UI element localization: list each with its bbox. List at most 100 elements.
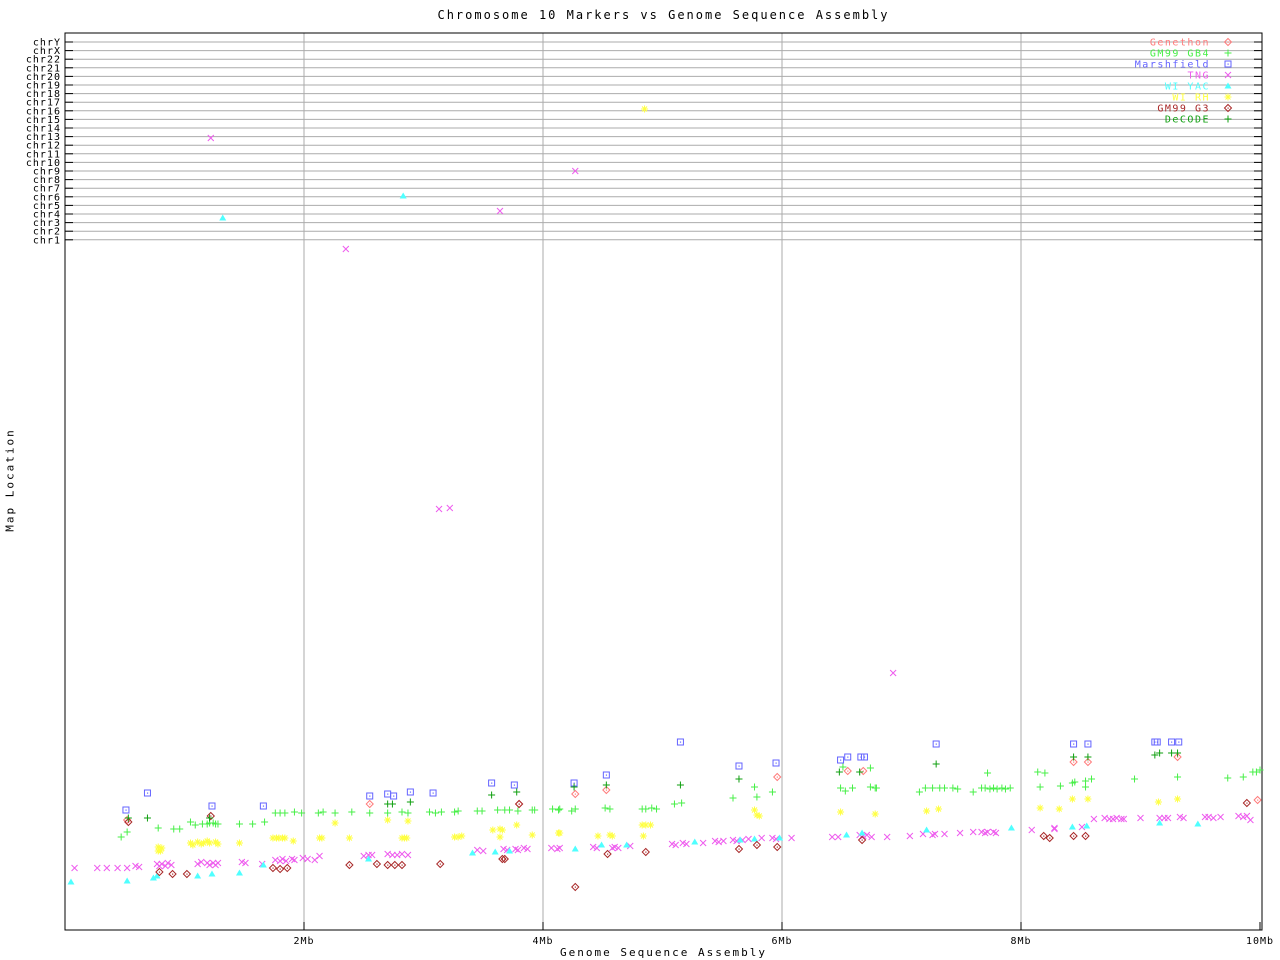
marker-decode (932, 760, 940, 768)
marker-gm99-gb4 (437, 808, 445, 816)
marker-gm99-g3-dot (645, 851, 647, 853)
marker-wi-yac (923, 826, 931, 833)
marker-marshfield-dot (387, 793, 389, 795)
marker-tng (103, 864, 111, 872)
marker-tng (311, 856, 319, 864)
marker-wi-yac (691, 838, 699, 845)
marker-marshfield-dot (491, 782, 493, 784)
marker-decode (735, 775, 743, 783)
legend-label-gm99-gb4: GM99 GB4 (1150, 49, 1210, 60)
marker-wi-yac (1194, 820, 1202, 827)
marker-gm99-gb4 (969, 788, 977, 796)
marker-gm99-gb4 (249, 820, 257, 828)
marker-tng (316, 852, 323, 860)
marker-gm99-g3-dot (158, 871, 161, 873)
marker-tng (514, 846, 522, 854)
marker-marshfield-dot (432, 792, 434, 794)
marker-gm99-gb4 (398, 808, 406, 816)
marker-wi-rh (489, 826, 497, 834)
x-tick-label-4mb: 4Mb (532, 936, 553, 947)
marker-tng (889, 669, 897, 677)
marker-wi-rh (871, 810, 879, 818)
marker-tng (745, 835, 752, 843)
marker-wi-yac (123, 877, 131, 884)
marker-wi-rh (498, 826, 506, 834)
marker-gm99-gb4 (866, 783, 874, 791)
marker-gm99-gb4 (454, 807, 462, 815)
marker-tng (1137, 814, 1144, 822)
marker-wi-yac (67, 878, 75, 885)
marker-genethon-dot (1087, 761, 1089, 763)
marker-gm99-g3-dot (439, 863, 441, 865)
legend-marker-genethon-dot (1227, 41, 1229, 43)
marker-wi-yac (1068, 823, 1076, 830)
marker-gm99-gb4 (729, 794, 737, 802)
marker-gm99-gb4 (993, 785, 1001, 793)
marker-gm99-gb4 (1174, 773, 1182, 781)
marker-gm99-g3-dot (186, 873, 188, 875)
marker-gm99-gb4 (348, 808, 356, 816)
marker-gm99-gb4 (929, 784, 937, 792)
marker-wi-yac (219, 214, 227, 221)
marker-wi-rh (458, 832, 466, 840)
marker-wi-rh (1036, 804, 1044, 812)
marker-wi-yac (194, 872, 202, 879)
marker-tng (931, 830, 939, 838)
marker-tng (368, 851, 376, 859)
marker-gm99-gb4 (1006, 784, 1014, 792)
legend-marker-wi-rh (1224, 93, 1232, 101)
marker-gm99-gb4 (384, 809, 392, 817)
marker-marshfield-dot (775, 762, 777, 764)
marker-decode (570, 783, 578, 791)
marker-wi-rh (496, 833, 504, 841)
marker-gm99-gb4 (670, 800, 678, 808)
marker-tng (969, 828, 977, 836)
marker-tng (473, 846, 481, 854)
marker-gm99-g3-dot (518, 803, 520, 805)
marker-gm99-g3-dot (387, 864, 389, 866)
marker-tng (758, 834, 766, 842)
marker-gm99-g3-dot (1049, 837, 1051, 839)
marker-tng (342, 245, 350, 253)
marker-gm99-g3-dot (401, 864, 403, 866)
marker-decode (856, 768, 864, 776)
marker-genethon-dot (605, 789, 608, 791)
legend-marker-marshfield-dot (1227, 63, 1229, 65)
marker-wi-rh (345, 834, 353, 842)
marker-gm99-gb4 (478, 807, 486, 815)
marker-marshfield-dot (1156, 741, 1158, 743)
marker-marshfield-dot (513, 784, 516, 786)
marker-tng (608, 844, 616, 852)
marker-tng (883, 833, 891, 841)
marker-tng (512, 845, 519, 853)
marker-decode (676, 781, 684, 789)
marker-tng (929, 831, 936, 839)
marker-marshfield-dot (211, 805, 213, 807)
marker-tng (828, 833, 836, 841)
marker-genethon-dot (776, 776, 778, 778)
marker-wi-rh (1068, 795, 1076, 803)
marker-wi-rh (1055, 805, 1063, 813)
marker-wi-rh (513, 821, 521, 829)
marker-gm99-gb4 (290, 808, 298, 816)
marker-wi-rh (384, 816, 392, 824)
marker-gm99-gb4 (606, 805, 614, 813)
marker-decode (406, 798, 414, 806)
marker-marshfield-dot (738, 765, 740, 767)
marker-tng (556, 844, 564, 852)
marker-tng (1078, 823, 1086, 831)
marker-tng (496, 207, 504, 215)
marker-gm99-gb4 (331, 809, 339, 817)
marker-wi-rh (281, 834, 289, 842)
y-tick-label-chr1: chr1 (33, 235, 61, 246)
marker-gm99-g3-dot (738, 848, 740, 850)
marker-gm99-g3-dot (607, 853, 609, 855)
marker-wi-rh (318, 834, 326, 842)
marker-tng (548, 844, 555, 852)
marker-gm99-gb4 (753, 793, 761, 801)
marker-gm99-gb4 (319, 808, 327, 816)
marker-gm99-g3-dot (127, 821, 130, 823)
marker-marshfield-dot (125, 809, 127, 811)
marker-gm99-gb4 (653, 805, 661, 813)
x-tick-label-10mb: 10Mb (1246, 936, 1274, 947)
